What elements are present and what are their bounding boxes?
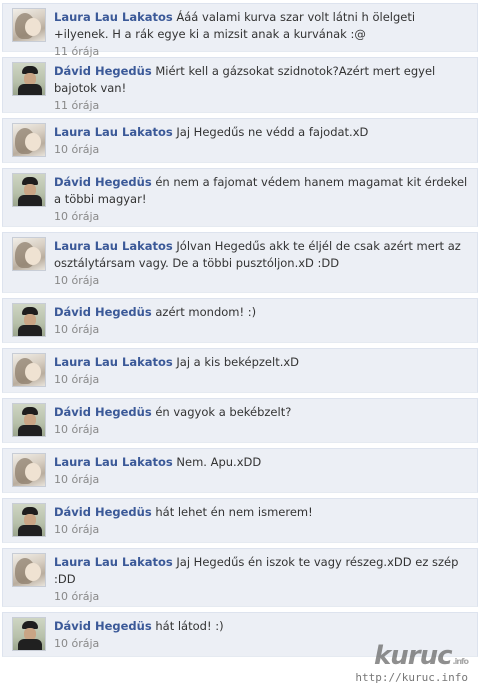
comment-item: Dávid Hegedüs hát lehet én nem ismerem! … (2, 498, 478, 543)
comment-text: hát látod! :) (155, 619, 224, 633)
watermark-logo-text: kuruc (374, 641, 453, 671)
watermark-logo-suffix: .info (452, 657, 469, 666)
comment-timestamp[interactable]: 10 órája (54, 472, 471, 488)
comment-timestamp[interactable]: 10 órája (54, 422, 471, 438)
watermark-logo: kuruc.info (355, 641, 469, 671)
comment-text: Jaj Hegedűs ne védd a fajodat.xD (176, 125, 369, 139)
comment-item: Dávid Hegedüs azért mondom! :) 10 órája (2, 298, 478, 343)
site-watermark: kuruc.info http://kuruc.info (355, 641, 469, 684)
avatar[interactable] (12, 353, 46, 387)
comment-item: Laura Lau Lakatos Jaj Hegedűs ne védd a … (2, 118, 478, 163)
comment-timestamp[interactable]: 10 órája (54, 372, 471, 388)
comment-text: hát lehet én nem ismerem! (155, 505, 313, 519)
avatar[interactable] (12, 617, 46, 651)
comment-author-link[interactable]: Laura Lau Lakatos (54, 355, 173, 369)
comment-author-link[interactable]: Dávid Hegedüs (54, 405, 152, 419)
avatar[interactable] (12, 8, 46, 42)
avatar[interactable] (12, 403, 46, 437)
comment-author-link[interactable]: Dávid Hegedüs (54, 619, 152, 633)
comment-author-link[interactable]: Laura Lau Lakatos (54, 455, 173, 469)
comment-item: Dávid Hegedüs én vagyok a bekébzelt? 10 … (2, 398, 478, 443)
comment-author-link[interactable]: Dávid Hegedüs (54, 305, 152, 319)
comment-author-link[interactable]: Dávid Hegedüs (54, 175, 152, 189)
comment-author-link[interactable]: Laura Lau Lakatos (54, 125, 173, 139)
comment-item: Laura Lau Lakatos Ááá valami kurva szar … (2, 3, 478, 58)
avatar[interactable] (12, 62, 46, 96)
avatar[interactable] (12, 123, 46, 157)
comment-timestamp[interactable]: 10 órája (54, 322, 471, 338)
comment-item: Dávid Hegedüs Miért kell a gázsokat szid… (2, 57, 478, 113)
comment-timestamp[interactable]: 10 órája (54, 273, 471, 289)
avatar[interactable] (12, 173, 46, 207)
comment-author-link[interactable]: Dávid Hegedüs (54, 505, 152, 519)
comment-item: Dávid Hegedüs én nem a fajomat védem han… (2, 168, 478, 227)
comment-author-link[interactable]: Laura Lau Lakatos (54, 555, 173, 569)
avatar[interactable] (12, 503, 46, 537)
watermark-url: http://kuruc.info (355, 671, 468, 684)
comment-author-link[interactable]: Dávid Hegedüs (54, 64, 152, 78)
comment-item: Laura Lau Lakatos Jólvan Hegedűs akk te … (2, 232, 478, 293)
comment-timestamp[interactable]: 11 órája (54, 98, 471, 114)
comment-timestamp[interactable]: 10 órája (54, 522, 471, 538)
comment-text: Nem. Apu.xDD (176, 455, 262, 469)
comment-text: én vagyok a bekébzelt? (155, 405, 292, 419)
comment-text: Jaj a kis beképzelt.xD (176, 355, 300, 369)
avatar[interactable] (12, 303, 46, 337)
comment-timestamp[interactable]: 10 órája (54, 142, 471, 158)
comment-text: azért mondom! :) (155, 305, 257, 319)
comment-item: Laura Lau Lakatos Nem. Apu.xDD 10 órája (2, 448, 478, 493)
avatar[interactable] (12, 453, 46, 487)
avatar[interactable] (12, 237, 46, 271)
comment-item: Laura Lau Lakatos Jaj Hegedűs én iszok t… (2, 548, 478, 607)
comment-thread: Laura Lau Lakatos Ááá valami kurva szar … (0, 0, 480, 690)
comment-author-link[interactable]: Laura Lau Lakatos (54, 10, 173, 24)
comment-timestamp[interactable]: 10 órája (54, 589, 471, 605)
avatar[interactable] (12, 553, 46, 587)
comment-item: Laura Lau Lakatos Jaj a kis beképzelt.xD… (2, 348, 478, 393)
comment-timestamp[interactable]: 10 órája (54, 209, 471, 225)
comment-author-link[interactable]: Laura Lau Lakatos (54, 239, 173, 253)
